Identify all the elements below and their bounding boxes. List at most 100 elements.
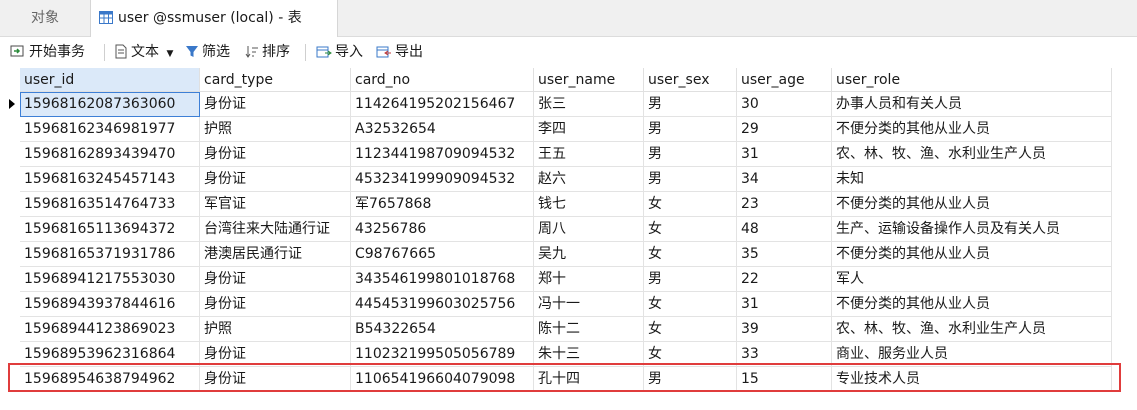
cell-card-no[interactable]: 110232199505056789 bbox=[351, 342, 534, 367]
cell-user-sex[interactable]: 女 bbox=[644, 292, 737, 317]
cell-user-role[interactable]: 农、林、牧、渔、水利业生产人员 bbox=[832, 142, 1112, 167]
table-row[interactable]: 15968163245457143 身份证 453234199909094532 赵六… bbox=[0, 167, 1112, 192]
cell-user-role[interactable]: 不便分类的其他从业人员 bbox=[832, 192, 1112, 217]
table-row[interactable]: 15968165371931786 港澳居民通行证 C98767665 吴九女 35 不便… bbox=[0, 242, 1112, 267]
cell-user-role[interactable]: 农、林、牧、渔、水利业生产人员 bbox=[832, 317, 1112, 342]
cell-user-name[interactable]: 李四 bbox=[534, 117, 644, 142]
cell-user-name[interactable]: 郑十 bbox=[534, 267, 644, 292]
row-indicator[interactable] bbox=[0, 217, 20, 242]
cell-user-name[interactable]: 钱七 bbox=[534, 192, 644, 217]
cell-card-no[interactable]: 43256786 bbox=[351, 217, 534, 242]
cell-user-sex[interactable]: 男 bbox=[644, 367, 737, 392]
cell-card-no[interactable]: 114264195202156467 bbox=[351, 92, 534, 117]
cell-user-sex[interactable]: 男 bbox=[644, 117, 737, 142]
cell-user-age[interactable]: 31 bbox=[737, 292, 832, 317]
cell-user-id[interactable]: 15968162346981977 bbox=[20, 117, 200, 142]
cell-user-role[interactable]: 军人 bbox=[832, 267, 1112, 292]
cell-user-role[interactable]: 不便分类的其他从业人员 bbox=[832, 292, 1112, 317]
cell-user-sex[interactable]: 男 bbox=[644, 92, 737, 117]
cell-user-id[interactable]: 15968941217553030 bbox=[20, 267, 200, 292]
table-row[interactable]: 15968162346981977 护照 A32532654 李四男 29 不便分类的其他… bbox=[0, 117, 1112, 142]
row-indicator[interactable] bbox=[0, 267, 20, 292]
cell-card-type[interactable]: 身份证 bbox=[200, 167, 351, 192]
cell-user-role[interactable]: 生产、运输设备操作人员及有关人员 bbox=[832, 217, 1112, 242]
cell-user-id[interactable]: 15968943937844616 bbox=[20, 292, 200, 317]
cell-user-name[interactable]: 周八 bbox=[534, 217, 644, 242]
cell-user-name[interactable]: 孔十四 bbox=[534, 367, 644, 392]
cell-user-role[interactable]: 不便分类的其他从业人员 bbox=[832, 242, 1112, 267]
text-button[interactable]: 文本 ▼ bbox=[114, 37, 173, 68]
cell-card-no[interactable]: C98767665 bbox=[351, 242, 534, 267]
cell-user-name[interactable]: 王五 bbox=[534, 142, 644, 167]
cell-user-id[interactable]: 15968162893439470 bbox=[20, 142, 200, 167]
begin-transaction-button[interactable]: 开始事务 bbox=[10, 37, 85, 68]
cell-user-sex[interactable]: 女 bbox=[644, 192, 737, 217]
cell-user-id[interactable]: 15968163245457143 bbox=[20, 167, 200, 192]
cell-user-id[interactable]: 15968163514764733 bbox=[20, 192, 200, 217]
cell-user-name[interactable]: 陈十二 bbox=[534, 317, 644, 342]
cell-user-age[interactable]: 23 bbox=[737, 192, 832, 217]
export-button[interactable]: 导出 bbox=[376, 37, 423, 68]
table-row[interactable]: 15968163514764733 军官证 军7657868 钱七女 23 不便分类的其他… bbox=[0, 192, 1112, 217]
cell-user-name[interactable]: 张三 bbox=[534, 92, 644, 117]
cell-card-type[interactable]: 港澳居民通行证 bbox=[200, 242, 351, 267]
table-row[interactable]: 15968954638794962 身份证 110654196604079098 孔十… bbox=[0, 367, 1112, 392]
table-row[interactable]: 15968944123869023 护照 B54322654 陈十二女 39 农、林、牧、… bbox=[0, 317, 1112, 342]
tab-user-table[interactable]: user @ssmuser (local) - 表 bbox=[90, 0, 338, 37]
cell-card-no[interactable]: 453234199909094532 bbox=[351, 167, 534, 192]
cell-user-age[interactable]: 29 bbox=[737, 117, 832, 142]
tab-objects[interactable]: 对象 bbox=[0, 0, 90, 36]
cell-card-no[interactable]: 343546199801018768 bbox=[351, 267, 534, 292]
cell-user-name[interactable]: 朱十三 bbox=[534, 342, 644, 367]
cell-user-role[interactable]: 办事人员和有关人员 bbox=[832, 92, 1112, 117]
cell-card-no[interactable]: A32532654 bbox=[351, 117, 534, 142]
column-header-card-no[interactable]: card_no bbox=[351, 68, 534, 92]
cell-user-role[interactable]: 商业、服务业人员 bbox=[832, 342, 1112, 367]
cell-user-age[interactable]: 39 bbox=[737, 317, 832, 342]
cell-user-sex[interactable]: 女 bbox=[644, 317, 737, 342]
row-indicator[interactable] bbox=[0, 242, 20, 267]
column-header-user-name[interactable]: user_name bbox=[534, 68, 644, 92]
cell-user-role[interactable]: 不便分类的其他从业人员 bbox=[832, 117, 1112, 142]
cell-user-age[interactable]: 15 bbox=[737, 367, 832, 392]
row-indicator[interactable] bbox=[0, 117, 20, 142]
column-header-user-role[interactable]: user_role bbox=[832, 68, 1112, 92]
cell-card-type[interactable]: 身份证 bbox=[200, 142, 351, 167]
row-indicator[interactable] bbox=[0, 92, 20, 117]
row-indicator[interactable] bbox=[0, 342, 20, 367]
row-indicator[interactable] bbox=[0, 167, 20, 192]
cell-user-sex[interactable]: 女 bbox=[644, 242, 737, 267]
table-row[interactable]: 15968953962316864 身份证 110232199505056789 朱十… bbox=[0, 342, 1112, 367]
cell-user-age[interactable]: 35 bbox=[737, 242, 832, 267]
cell-user-id[interactable]: 15968944123869023 bbox=[20, 317, 200, 342]
row-indicator[interactable] bbox=[0, 317, 20, 342]
column-header-user-id[interactable]: user_id bbox=[20, 68, 200, 92]
cell-user-id[interactable]: 15968165113694372 bbox=[20, 217, 200, 242]
import-button[interactable]: 导入 bbox=[316, 37, 363, 68]
table-row[interactable]: 15968162087363060 身份证 114264195202156467 张三… bbox=[0, 92, 1112, 117]
cell-card-type[interactable]: 身份证 bbox=[200, 267, 351, 292]
cell-user-id[interactable]: 15968953962316864 bbox=[20, 342, 200, 367]
cell-user-sex[interactable]: 男 bbox=[644, 267, 737, 292]
cell-user-id[interactable]: 15968165371931786 bbox=[20, 242, 200, 267]
cell-user-age[interactable]: 30 bbox=[737, 92, 832, 117]
cell-user-sex[interactable]: 女 bbox=[644, 217, 737, 242]
cell-card-type[interactable]: 护照 bbox=[200, 317, 351, 342]
cell-card-type[interactable]: 身份证 bbox=[200, 292, 351, 317]
cell-user-id[interactable]: 15968954638794962 bbox=[20, 367, 200, 392]
cell-card-no[interactable]: 军7657868 bbox=[351, 192, 534, 217]
row-indicator[interactable] bbox=[0, 292, 20, 317]
cell-card-no[interactable]: B54322654 bbox=[351, 317, 534, 342]
cell-card-type[interactable]: 身份证 bbox=[200, 367, 351, 392]
row-indicator[interactable] bbox=[0, 142, 20, 167]
cell-user-age[interactable]: 48 bbox=[737, 217, 832, 242]
cell-user-role[interactable]: 未知 bbox=[832, 167, 1112, 192]
cell-user-role[interactable]: 专业技术人员 bbox=[832, 367, 1112, 392]
cell-card-type[interactable]: 身份证 bbox=[200, 92, 351, 117]
cell-user-age[interactable]: 31 bbox=[737, 142, 832, 167]
table-row[interactable]: 15968941217553030 身份证 343546199801018768 郑十… bbox=[0, 267, 1112, 292]
row-indicator[interactable] bbox=[0, 192, 20, 217]
cell-user-age[interactable]: 33 bbox=[737, 342, 832, 367]
cell-card-type[interactable]: 军官证 bbox=[200, 192, 351, 217]
cell-card-type[interactable]: 台湾往来大陆通行证 bbox=[200, 217, 351, 242]
